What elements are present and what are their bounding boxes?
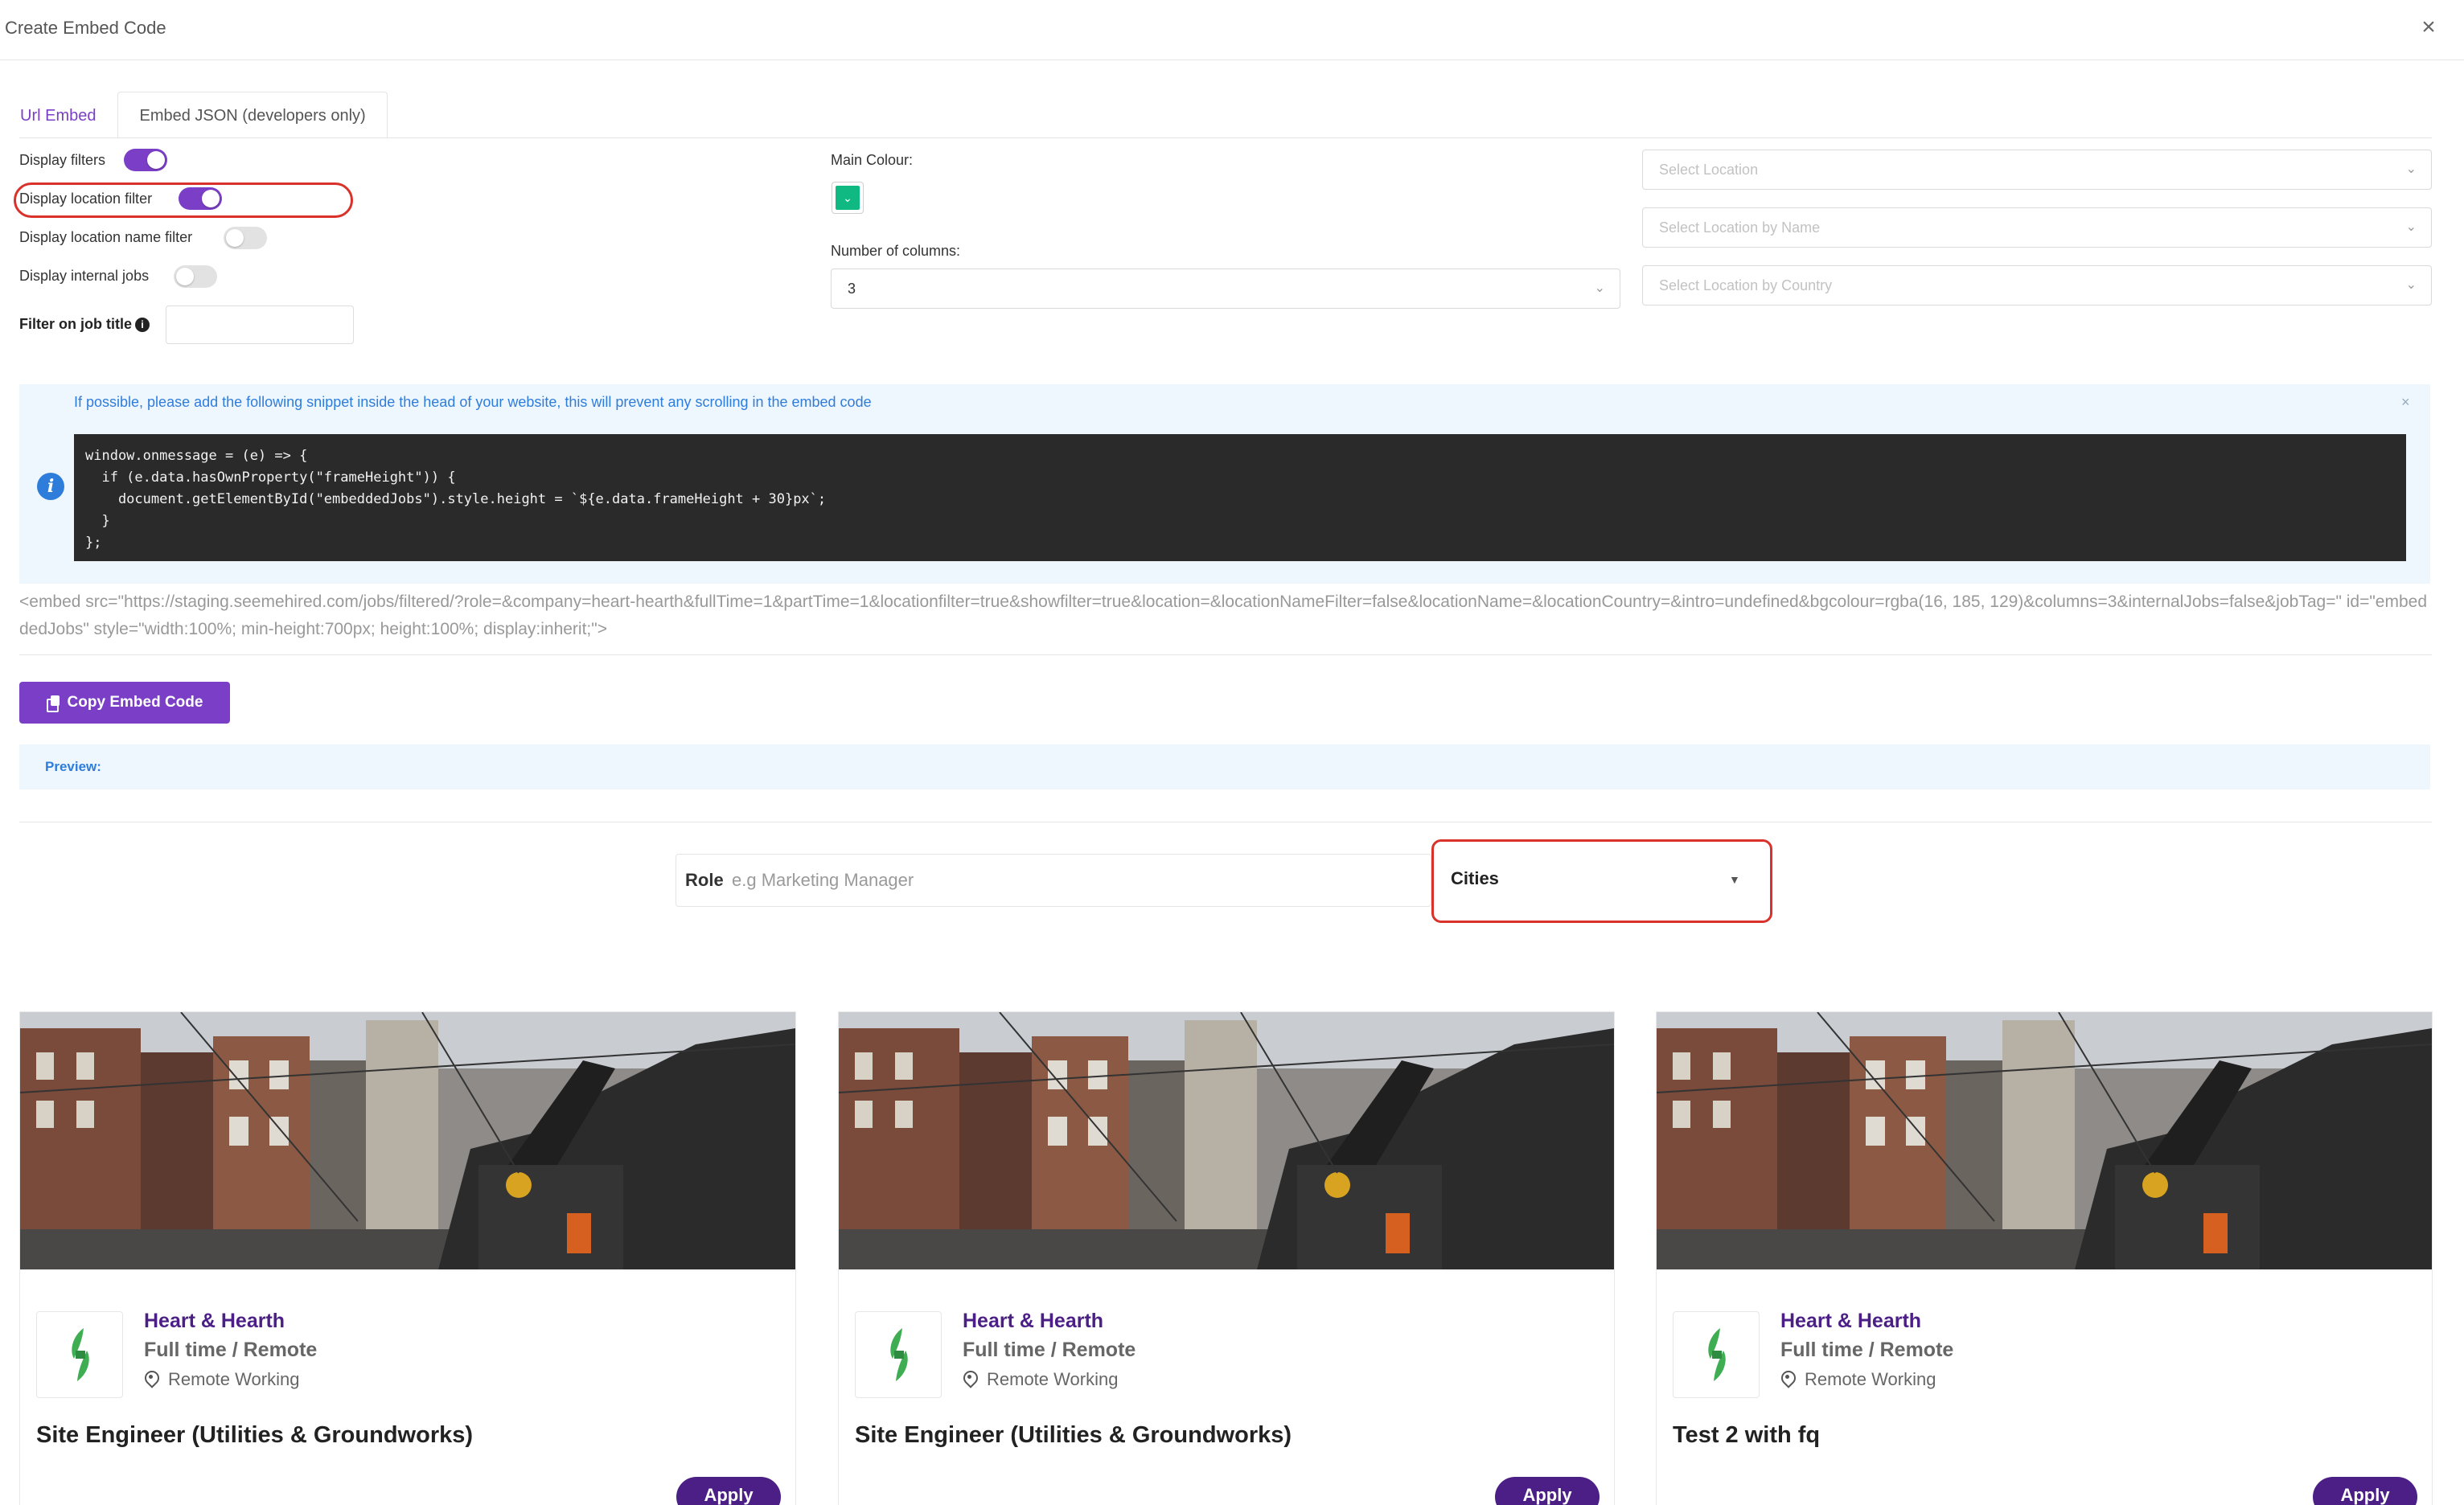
columns-value: 3: [848, 281, 856, 297]
select-location-by-name-placeholder: Select Location by Name: [1659, 219, 1821, 236]
chevron-down-icon: ⌄: [2405, 162, 2417, 176]
caret-down-icon: ▼: [1729, 873, 1740, 886]
job-image: [839, 1012, 1614, 1269]
leaf-logo-icon: [72, 1328, 89, 1381]
company-name: Heart & Hearth: [1780, 1310, 1922, 1332]
snippet-alert-message: If possible, please add the following sn…: [74, 394, 872, 410]
street-scene-image: [20, 1012, 795, 1269]
display-internal-jobs-label: Display internal jobs: [19, 268, 150, 284]
street-scene-image: [1657, 1012, 2432, 1269]
copy-embed-code-label: Copy Embed Code: [67, 694, 203, 711]
filter-job-title-label: Filter on job title i: [19, 316, 150, 333]
job-title[interactable]: Site Engineer (Utilities & Groundworks): [855, 1422, 1292, 1449]
apply-button[interactable]: Apply: [1495, 1477, 1600, 1505]
job-type: Full time / Remote: [1780, 1339, 1954, 1361]
display-internal-jobs-toggle[interactable]: [174, 265, 217, 288]
job-image: [20, 1012, 795, 1269]
display-location-filter-toggle[interactable]: [179, 187, 222, 210]
select-location-by-country-placeholder: Select Location by Country: [1659, 277, 1833, 293]
embed-code-text[interactable]: <embed src="https://staging.seemehired.c…: [19, 588, 2432, 643]
cities-label: Cities: [1451, 868, 1499, 888]
job-location: Remote Working: [963, 1369, 1118, 1390]
map-pin-icon: [1780, 1371, 1795, 1388]
role-label: Role: [685, 870, 724, 890]
info-icon[interactable]: i: [135, 318, 150, 332]
job-location: Remote Working: [144, 1369, 299, 1390]
job-location: Remote Working: [1780, 1369, 1936, 1390]
apply-button[interactable]: Apply: [676, 1477, 781, 1505]
main-colour-picker[interactable]: ⌄: [832, 182, 864, 214]
job-image: [1657, 1012, 2432, 1269]
leaf-logo-icon: [1708, 1328, 1726, 1381]
display-filters-label: Display filters: [19, 152, 106, 168]
display-location-name-filter-toggle[interactable]: [224, 227, 267, 249]
code-snippet[interactable]: window.onmessage = (e) => { if (e.data.h…: [74, 434, 2406, 561]
select-location[interactable]: Select Location ⌄: [1642, 150, 2432, 190]
street-scene-image: [839, 1012, 1614, 1269]
chevron-down-icon: ⌄: [836, 186, 860, 210]
job-card[interactable]: Heart & Hearth Full time / Remote Remote…: [838, 1011, 1615, 1505]
company-logo: [36, 1311, 123, 1398]
tab-url-embed[interactable]: Url Embed: [19, 92, 117, 138]
modal-title: Create Embed Code: [5, 18, 166, 38]
company-name: Heart & Hearth: [144, 1310, 285, 1332]
role-input[interactable]: [732, 855, 1423, 905]
select-location-by-country[interactable]: Select Location by Country ⌄: [1642, 265, 2432, 306]
chevron-down-icon: ⌄: [2405, 220, 2417, 234]
preview-bar: [19, 744, 2430, 789]
copy-embed-code-button[interactable]: Copy Embed Code: [19, 682, 230, 724]
company-logo: [855, 1311, 942, 1398]
main-colour-label: Main Colour:: [831, 152, 914, 168]
filter-job-title-input[interactable]: [166, 306, 354, 344]
alert-close-icon[interactable]: ×: [2401, 394, 2410, 411]
preview-label: Preview:: [45, 759, 101, 774]
job-title[interactable]: Test 2 with fq: [1673, 1422, 1820, 1449]
columns-label: Number of columns:: [831, 243, 961, 259]
company-name: Heart & Hearth: [963, 1310, 1104, 1332]
code-line: };: [85, 535, 102, 551]
select-location-by-name[interactable]: Select Location by Name ⌄: [1642, 207, 2432, 248]
job-location-text: Remote Working: [1805, 1369, 1936, 1389]
copy-icon: [46, 695, 60, 712]
tab-embed-json[interactable]: Embed JSON (developers only): [117, 92, 388, 138]
map-pin-icon: [963, 1371, 977, 1388]
display-filters-toggle[interactable]: [124, 149, 167, 171]
job-title[interactable]: Site Engineer (Utilities & Groundworks): [36, 1422, 473, 1449]
job-type: Full time / Remote: [144, 1339, 318, 1361]
code-line: }: [85, 513, 110, 529]
header-divider: [0, 59, 2464, 60]
display-location-filter-label: Display location filter: [19, 191, 153, 207]
filter-job-title-text: Filter on job title: [19, 316, 132, 332]
job-location-text: Remote Working: [168, 1369, 300, 1389]
chevron-down-icon: ⌄: [1594, 281, 1605, 295]
tab-divider: [19, 137, 2432, 138]
job-card[interactable]: Heart & Hearth Full time / Remote Remote…: [19, 1011, 796, 1505]
info-icon: i: [37, 473, 64, 500]
select-location-placeholder: Select Location: [1659, 162, 1759, 178]
company-logo: [1673, 1311, 1760, 1398]
chevron-down-icon: ⌄: [2405, 278, 2417, 292]
map-pin-icon: [144, 1371, 158, 1388]
job-location-text: Remote Working: [987, 1369, 1119, 1389]
code-line: document.getElementById("embeddedJobs").…: [85, 491, 827, 507]
job-card[interactable]: Heart & Hearth Full time / Remote Remote…: [1656, 1011, 2433, 1505]
code-line: window.onmessage = (e) => {: [85, 448, 308, 464]
code-line: if (e.data.hasOwnProperty("frameHeight")…: [85, 470, 456, 486]
tab-bar: Url Embed Embed JSON (developers only): [19, 92, 388, 138]
leaf-logo-icon: [890, 1328, 908, 1381]
job-type: Full time / Remote: [963, 1339, 1136, 1361]
columns-select[interactable]: 3 ⌄: [831, 269, 1620, 309]
embed-divider: [19, 654, 2432, 655]
close-icon[interactable]: ×: [2416, 14, 2441, 40]
display-location-name-filter-label: Display location name filter: [19, 229, 193, 245]
apply-button[interactable]: Apply: [2313, 1477, 2417, 1505]
